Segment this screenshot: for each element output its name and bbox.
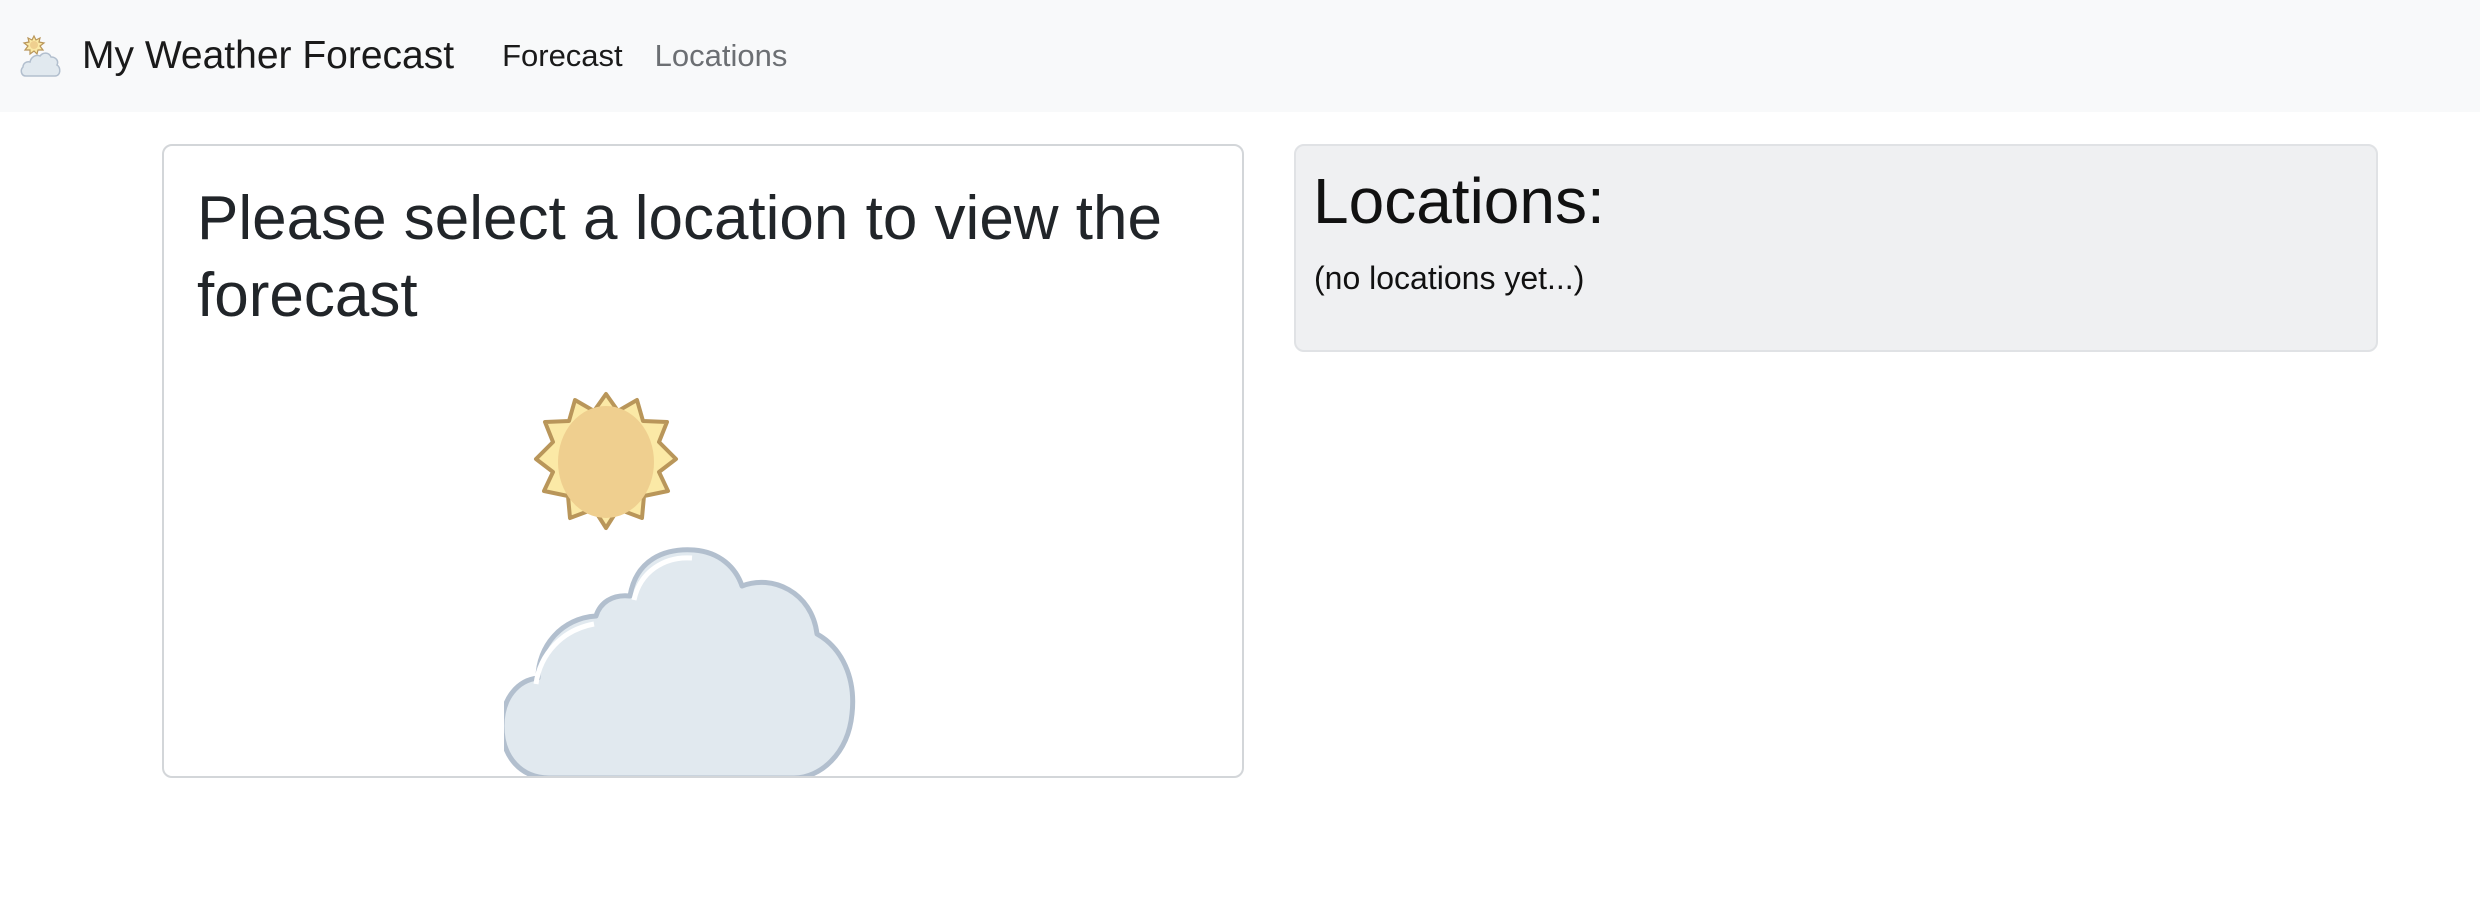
locations-panel: Locations: (no locations yet...) <box>1294 144 2378 352</box>
brand-title: My Weather Forecast <box>82 34 455 77</box>
top-navbar: My Weather Forecast Forecast Locations <box>0 0 2480 112</box>
partly-cloudy-icon <box>18 30 82 82</box>
nav-link-locations[interactable]: Locations <box>655 38 788 74</box>
nav-link-forecast[interactable]: Forecast <box>502 38 623 74</box>
partly-cloudy-icon <box>499 392 856 776</box>
nav-links: Forecast Locations <box>502 38 819 74</box>
locations-empty-message: (no locations yet...) <box>1314 260 1585 296</box>
locations-heading: Locations: <box>1313 165 1605 237</box>
forecast-card: Please select a location to view the for… <box>162 144 1244 778</box>
partly-cloudy-illustration <box>499 378 944 776</box>
brand-link[interactable]: My Weather Forecast <box>18 30 454 82</box>
forecast-prompt-title: Please select a location to view the for… <box>197 184 1162 330</box>
